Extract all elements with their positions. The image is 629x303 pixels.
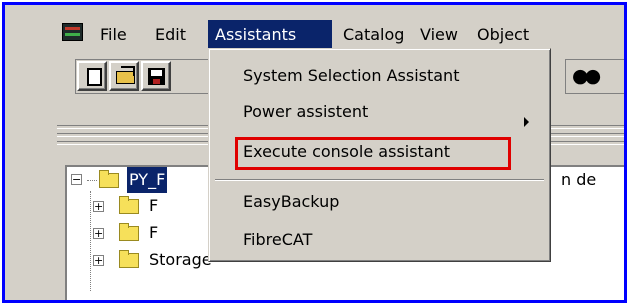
find-icon[interactable]: ●● [572, 65, 601, 87]
menu-edit[interactable]: Edit [148, 20, 193, 50]
menu-view[interactable]: View [413, 20, 465, 50]
app-icon[interactable] [62, 23, 83, 41]
screenshot-frame: File Edit Assistants Catalog View Object… [2, 2, 627, 303]
menu-item-easybackup[interactable]: EasyBackup [243, 187, 339, 217]
menu-object[interactable]: Object [470, 20, 536, 50]
open-button[interactable] [109, 61, 139, 91]
tree-line [87, 180, 97, 181]
expand-icon[interactable]: + [93, 201, 104, 212]
open-icon [116, 66, 135, 84]
highlight-annotation [235, 137, 511, 170]
menu-item-system-selection-assistant[interactable]: System Selection Assistant [243, 61, 459, 91]
expand-icon[interactable]: + [93, 255, 104, 266]
folder-icon [119, 250, 139, 268]
folder-icon [119, 223, 139, 241]
submenu-arrow-icon [524, 117, 529, 127]
folder-open-icon [99, 170, 119, 188]
menu-assistants[interactable]: Assistants [208, 20, 332, 50]
save-icon [148, 68, 165, 85]
tree-root-label[interactable]: PY_F [127, 167, 168, 193]
tree-item-label[interactable]: Storage [149, 247, 212, 273]
collapse-icon[interactable]: − [71, 174, 82, 185]
tree-item-label[interactable]: F [149, 193, 158, 219]
menu-catalog[interactable]: Catalog [336, 20, 411, 50]
menu-item-power-assistent[interactable]: Power assistent [243, 97, 368, 127]
new-icon [87, 68, 102, 86]
folder-icon [119, 196, 139, 214]
tree-line [90, 191, 91, 291]
tree-root-suffix: n de [561, 170, 597, 189]
menu-separator [215, 179, 544, 181]
new-button[interactable] [77, 61, 107, 91]
expand-icon[interactable]: + [93, 228, 104, 239]
menu-file[interactable]: File [93, 20, 134, 50]
save-button[interactable] [141, 61, 171, 91]
tree-item-label[interactable]: F [149, 220, 158, 246]
menu-item-fibrecat[interactable]: FibreCAT [243, 225, 312, 255]
